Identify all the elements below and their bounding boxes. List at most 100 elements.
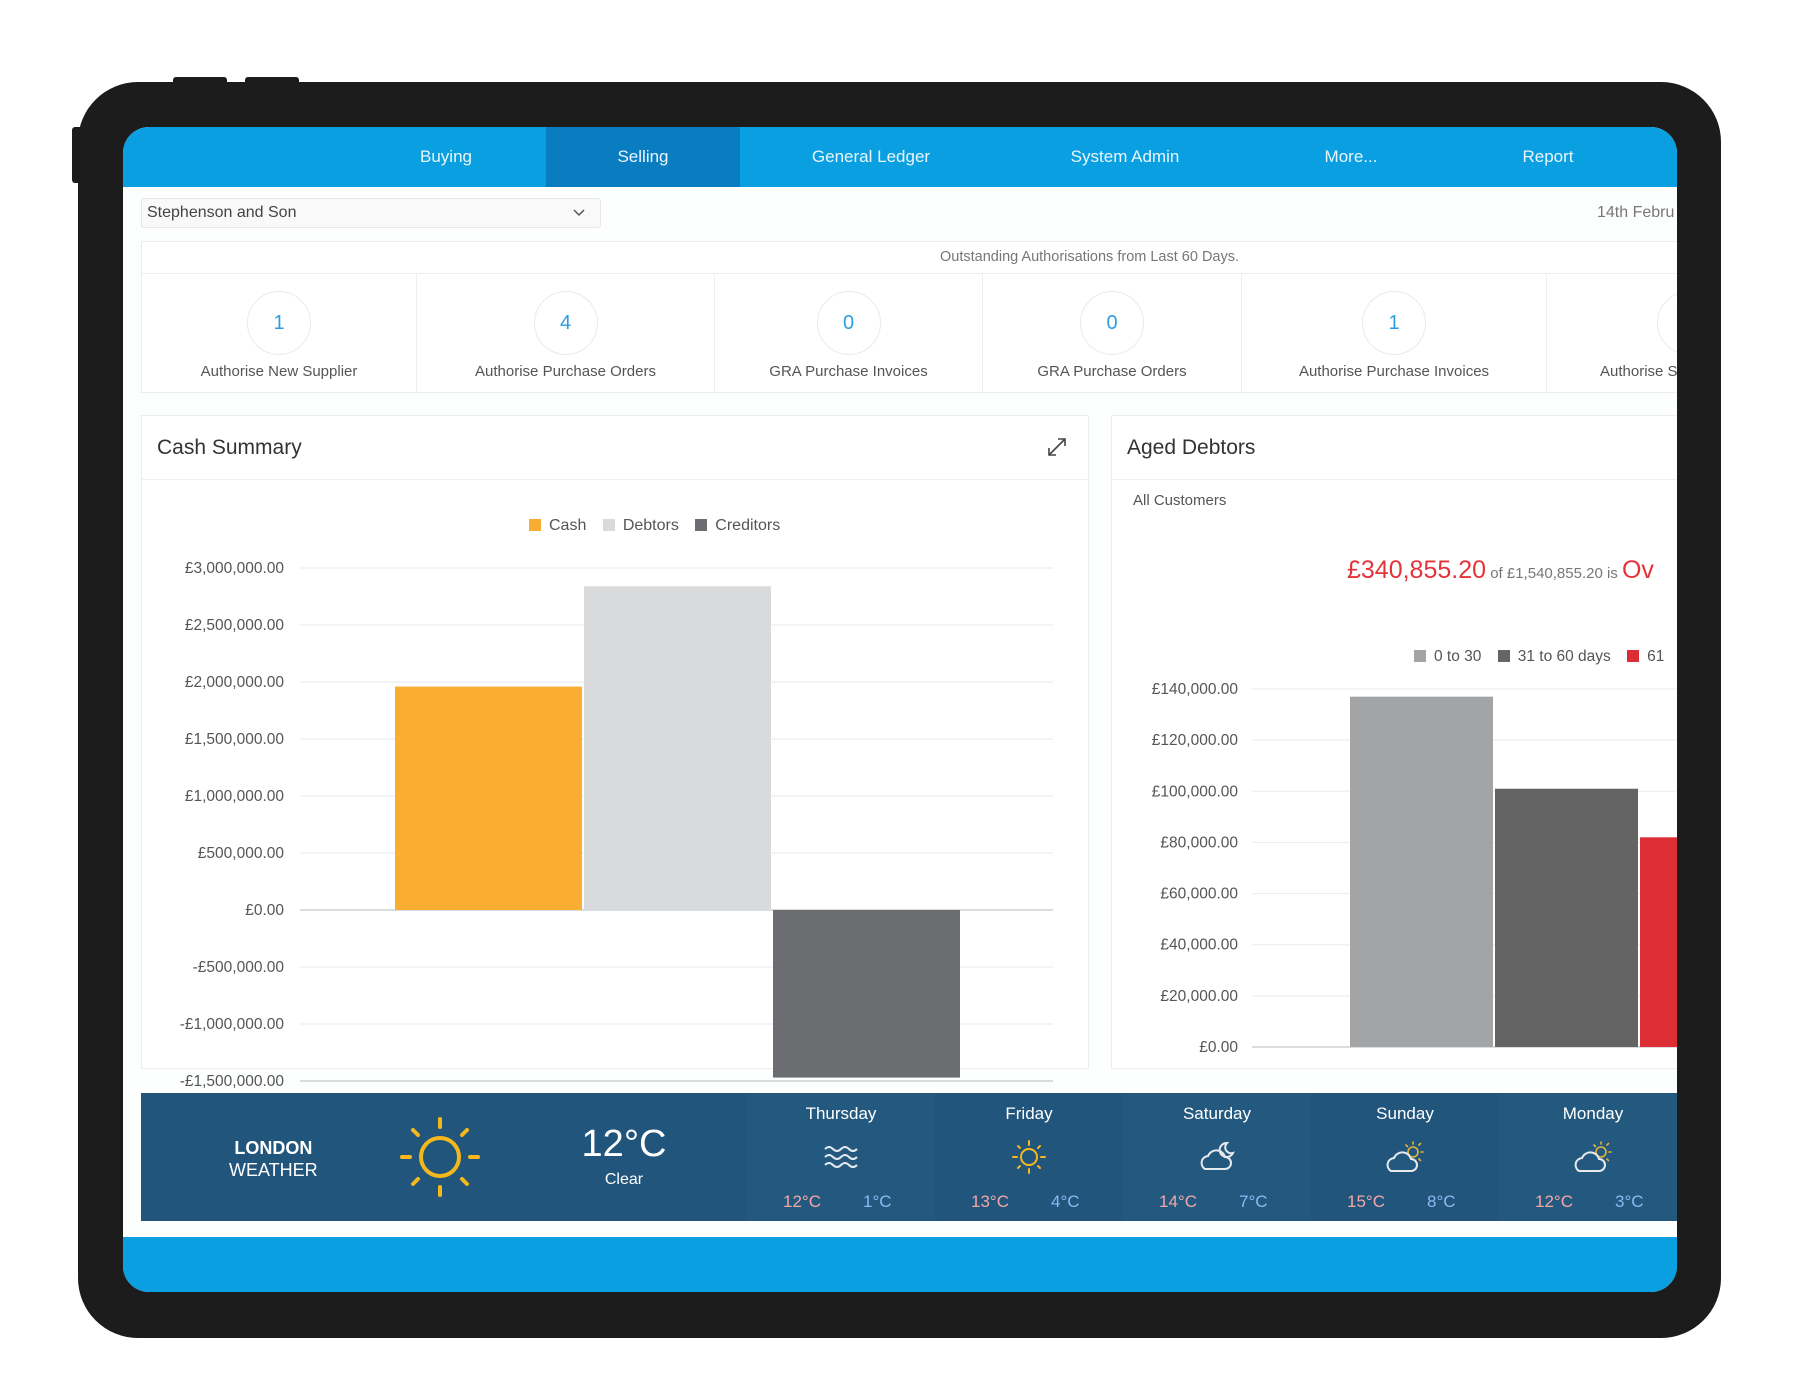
y-tick-label: £40,000.00	[1160, 937, 1238, 954]
weather-city: LONDON	[234, 1138, 313, 1158]
legend-item-61-plus[interactable]: 61	[1627, 648, 1664, 665]
y-tick-label: -£1,000,000.00	[180, 1016, 285, 1033]
outstanding-authorisations: Outstanding Authorisations from Last 60 …	[141, 241, 1677, 393]
overdue-text: of £1,540,855.20 is	[1486, 565, 1622, 582]
cash-legend: Cash Debtors Creditors	[529, 517, 792, 535]
forecast-high: 12°C	[1535, 1192, 1573, 1211]
legend-swatch	[1497, 650, 1510, 662]
authorisations-title: Outstanding Authorisations from Last 60 …	[940, 249, 1240, 265]
auth-label: GRA Purchase Orders	[1037, 363, 1187, 380]
expand-icon[interactable]	[1046, 436, 1068, 458]
forecast-low: 3°C	[1615, 1192, 1644, 1211]
legend-label: 31 to 60 days	[1517, 648, 1611, 665]
auth-label: GRA Purchase Invoices	[769, 363, 928, 380]
fog-icon	[819, 1139, 863, 1180]
tab-report[interactable]: Report	[1473, 127, 1623, 187]
legend-swatch	[1627, 650, 1640, 662]
tab-more[interactable]: More...	[1273, 127, 1429, 187]
legend-label: 61	[1647, 648, 1665, 665]
legend-label: Creditors	[715, 517, 781, 534]
forecast-high: 15°C	[1347, 1192, 1385, 1211]
auth-item-gra-purchase-invoices[interactable]: 0 GRA Purchase Invoices	[715, 273, 983, 393]
partly-cloudy-icon	[1571, 1139, 1615, 1180]
forecast-day-name: Thursday	[805, 1104, 877, 1123]
auth-count	[1657, 291, 1677, 355]
company-select[interactable]: Stephenson and Son	[141, 198, 601, 228]
tab-system-admin[interactable]: System Admin	[1023, 127, 1227, 187]
forecast-low: 7°C	[1239, 1192, 1268, 1211]
y-tick-label: £2,000,000.00	[185, 674, 285, 691]
y-tick-label: £1,500,000.00	[185, 731, 285, 748]
bar-debtors[interactable]	[584, 586, 771, 910]
auth-count: 1	[1362, 291, 1426, 355]
authorisations-header: Outstanding Authorisations from Last 60 …	[142, 242, 1677, 274]
current-condition: Clear	[604, 1171, 644, 1188]
forecast-day-name: Friday	[1005, 1104, 1053, 1123]
overdue-word: Ov	[1621, 556, 1654, 584]
tab-general-ledger[interactable]: General Ledger	[771, 127, 971, 187]
aged-debtors-header: Aged Debtors	[1112, 416, 1677, 480]
weather-label: WEATHER	[229, 1160, 318, 1180]
forecast-high: 13°C	[971, 1192, 1009, 1211]
forecast-high: 14°C	[1159, 1192, 1197, 1211]
legend-item-0-30[interactable]: 0 to 30	[1414, 648, 1481, 665]
y-tick-label: £1,000,000.00	[185, 788, 285, 805]
tab-buying[interactable]: Buying	[353, 127, 539, 187]
y-tick-label: -£1,500,000.00	[180, 1073, 285, 1090]
cloud-moon-icon	[1195, 1139, 1239, 1180]
auth-item-gra-purchase-orders[interactable]: 0 GRA Purchase Orders	[983, 273, 1242, 393]
bar-cash[interactable]	[395, 686, 582, 910]
y-tick-label: £60,000.00	[1160, 886, 1238, 903]
y-tick-label: £140,000.00	[1152, 681, 1239, 698]
auth-count: 1	[247, 291, 311, 355]
auth-label: Authorise S	[1600, 363, 1677, 380]
cash-summary-chart: £3,000,000.00 £2,500,000.00 £2,000,000.00 £…	[180, 560, 1053, 1090]
aged-debtors-title: Aged Debtors	[1127, 436, 1256, 459]
weather-location: LONDON WEATHER	[229, 1137, 318, 1181]
sun-icon	[1007, 1139, 1051, 1180]
sun-icon	[398, 1115, 482, 1204]
legend-label: Cash	[549, 517, 587, 534]
customer-filter[interactable]: All Customers	[1133, 492, 1226, 509]
current-date: 14th Febru	[1597, 204, 1675, 221]
legend-swatch	[1414, 650, 1426, 662]
tablet-screen: Buying Selling General Ledger System Adm…	[123, 127, 1677, 1292]
auth-item-purchase-invoices[interactable]: 1 Authorise Purchase Invoices	[1242, 273, 1547, 393]
legend-swatch	[602, 519, 615, 531]
legend-item-debtors[interactable]: Debtors	[602, 517, 679, 534]
bar-0-to-30[interactable]	[1350, 696, 1493, 1047]
bar-creditors[interactable]	[773, 910, 960, 1078]
forecast-high: 12°C	[783, 1192, 821, 1211]
y-tick-label: £120,000.00	[1152, 732, 1239, 749]
aged-legend: 0 to 30 31 to 60 days 61	[1414, 648, 1676, 666]
forecast-day: Friday 13°C 4°C	[935, 1093, 1123, 1221]
auth-label: Authorise Purchase Orders	[475, 363, 656, 380]
auth-item-purchase-orders[interactable]: 4 Authorise Purchase Orders	[417, 273, 715, 393]
y-tick-label: -£500,000.00	[193, 959, 285, 976]
legend-item-creditors[interactable]: Creditors	[695, 517, 780, 534]
legend-swatch	[529, 519, 541, 531]
auth-label: Authorise New Supplier	[200, 363, 358, 380]
y-tick-label: £0.00	[1199, 1039, 1238, 1056]
bar-61[interactable]	[1640, 837, 1677, 1047]
partly-cloudy-icon	[1383, 1139, 1427, 1180]
cash-summary-header: Cash Summary	[142, 416, 1088, 480]
auth-count: 0	[1080, 291, 1144, 355]
cash-summary-card: Cash Summary Cash Debtors Creditors £3,0…	[141, 415, 1089, 1090]
y-tick-label: £500,000.00	[198, 845, 285, 862]
forecast-low: 4°C	[1051, 1192, 1080, 1211]
auth-item-new-supplier[interactable]: 1 Authorise New Supplier	[142, 273, 417, 393]
bar-31-to-60-days[interactable]	[1495, 788, 1638, 1047]
cash-summary-title: Cash Summary	[157, 436, 302, 459]
y-tick-label: £80,000.00	[1160, 834, 1238, 851]
auth-item-partial[interactable]: Authorise S	[1547, 273, 1677, 393]
legend-item-31-60[interactable]: 31 to 60 days	[1497, 648, 1611, 665]
footer-bar	[123, 1237, 1677, 1292]
y-tick-label: £2,500,000.00	[185, 617, 285, 634]
forecast-day: Saturday 14°C 7°C	[1123, 1093, 1311, 1221]
forecast-day: Monday 12°C 3°C	[1499, 1093, 1677, 1221]
legend-item-cash[interactable]: Cash	[529, 517, 586, 534]
legend-label: 0 to 30	[1434, 648, 1482, 665]
tab-selling[interactable]: Selling	[546, 127, 740, 187]
forecast-day: Sunday 15°C 8°C	[1311, 1093, 1499, 1221]
